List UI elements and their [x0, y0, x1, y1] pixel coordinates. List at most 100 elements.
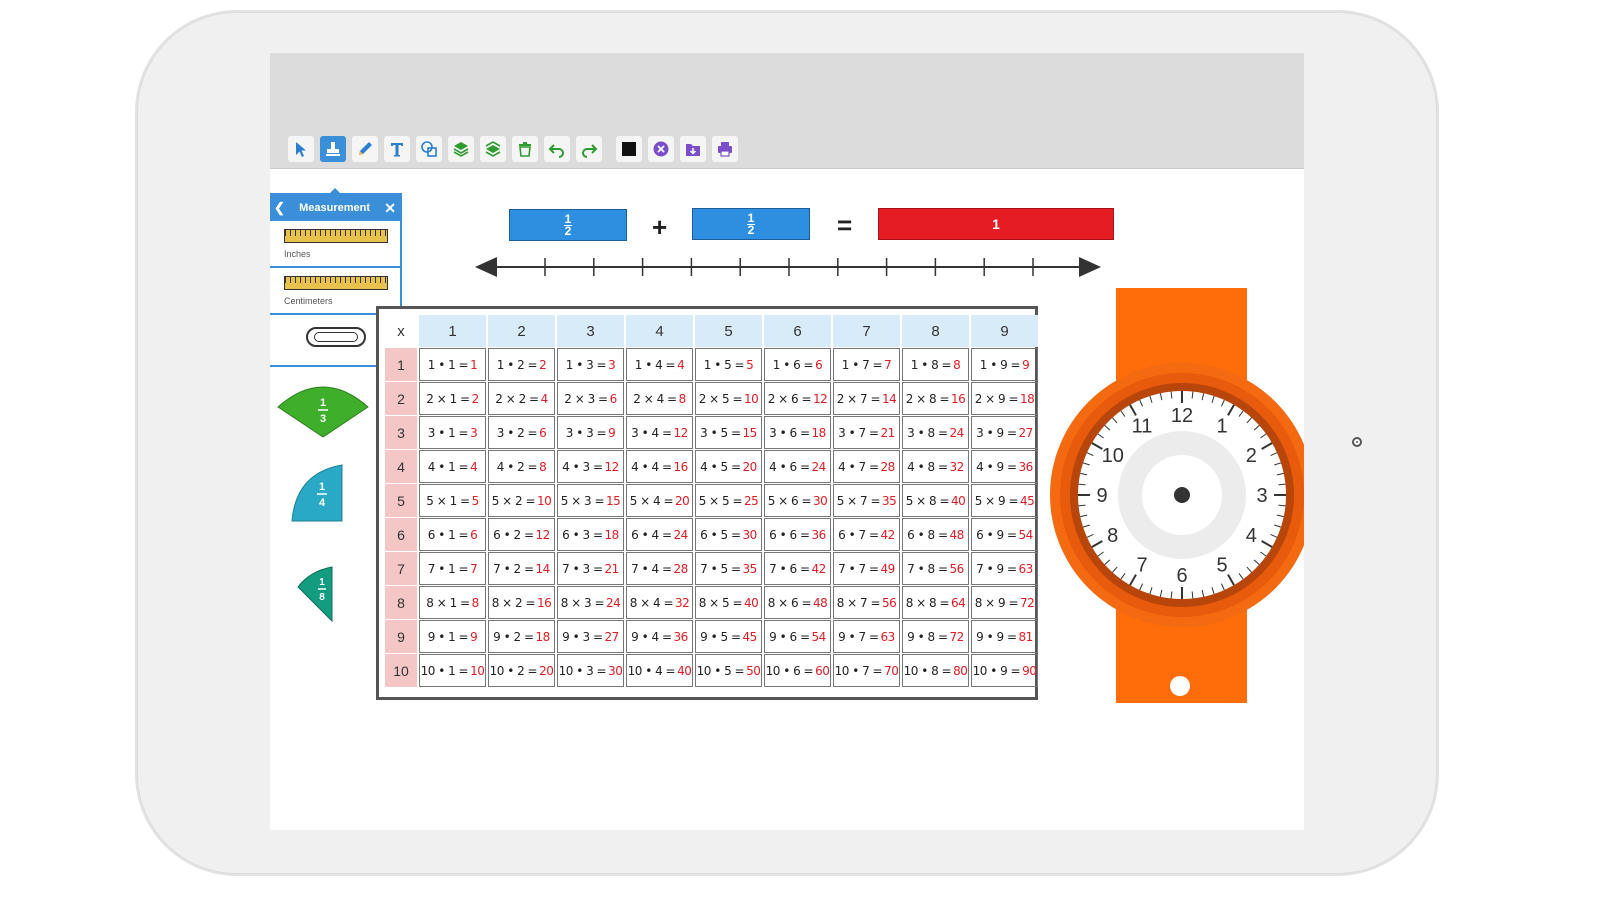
cell-expression: 2 × 9 =	[974, 391, 1019, 406]
stamp-tool[interactable]	[320, 136, 346, 162]
table-cell: 4 • 5 = 20	[695, 450, 762, 483]
table-cell: 7 • 6 = 42	[764, 552, 831, 585]
cell-expression: 6 • 7 =	[838, 527, 879, 542]
cell-expression: 4 • 3 =	[562, 459, 603, 474]
home-button[interactable]	[1352, 437, 1362, 447]
row-header: 4	[385, 450, 417, 483]
table-cell: 1 • 2 = 2	[488, 348, 555, 381]
pen-tool[interactable]	[352, 136, 378, 162]
cell-result: 30	[813, 493, 828, 508]
table-cell: 4 • 3 = 12	[557, 450, 624, 483]
cell-result: 30	[742, 527, 758, 542]
fraction-wedge-third[interactable]: 1 3	[276, 379, 370, 439]
wedge-eighth-num: 1	[319, 577, 325, 588]
shapes-tool[interactable]	[416, 136, 442, 162]
cell-expression: 5 × 5 =	[698, 493, 743, 508]
text-tool[interactable]	[384, 136, 410, 162]
cell-expression: 1 • 3 =	[565, 357, 607, 372]
analog-clock[interactable]: 12 12 3 45 6 789 10 11	[1048, 358, 1304, 628]
cell-result: 18	[1020, 391, 1035, 406]
cell-result: 15	[606, 493, 621, 508]
cell-expression: 6 • 6 =	[769, 527, 810, 542]
table-cell: 2 × 4 = 8	[626, 382, 693, 415]
table-cell: 3 • 8 = 24	[902, 416, 969, 449]
whole-bar[interactable]: 1	[878, 208, 1114, 240]
table-cell: 1 • 6 = 6	[764, 348, 831, 381]
cell-result: 6	[470, 527, 478, 542]
stamp-icon	[326, 142, 340, 156]
cell-expression: 3 • 8 =	[907, 425, 948, 440]
cell-expression: 2 × 8 =	[905, 391, 950, 406]
number-line[interactable]	[475, 253, 1103, 281]
close-circle-icon	[653, 141, 669, 157]
fraction-wedge-quarter[interactable]: 1 4	[290, 463, 346, 523]
undo-tool[interactable]	[544, 136, 570, 162]
table-cell: 3 • 1 = 3	[419, 416, 486, 449]
fraction-bar-half-2[interactable]: 12	[692, 208, 810, 240]
cell-expression: 1 • 7 =	[841, 357, 883, 372]
cell-expression: 2 × 5 =	[698, 391, 743, 406]
cell-expression: 8 × 6 =	[767, 595, 812, 610]
multiplication-table[interactable]: x12345678911 • 1 = 1 1 • 2 = 2 1 • 3 = 3 1 • 4…	[376, 306, 1038, 700]
table-cell: 9 • 7 = 63	[833, 620, 900, 653]
ruler-inches-item[interactable]: Inches	[270, 221, 400, 268]
cell-expression: 5 × 2 =	[491, 493, 536, 508]
select-tool[interactable]	[288, 136, 314, 162]
trash-icon	[519, 142, 531, 157]
background-tool[interactable]	[616, 136, 642, 162]
save-tool[interactable]	[680, 136, 706, 162]
redo-tool[interactable]	[576, 136, 602, 162]
clock-number: 6	[1176, 565, 1187, 587]
table-cell: 5 × 1 = 5	[419, 484, 486, 517]
delete-tool[interactable]	[512, 136, 538, 162]
table-cell: 10 • 7 = 70	[833, 654, 900, 687]
cell-expression: 1 • 1 =	[427, 357, 469, 372]
cell-expression: 9 • 8 =	[907, 629, 948, 644]
cell-expression: 6 • 5 =	[700, 527, 741, 542]
table-cell: 2 × 3 = 6	[557, 382, 624, 415]
whole-bar-label: 1	[992, 216, 1000, 232]
clock-number: 7	[1136, 554, 1147, 576]
table-cell: 8 × 6 = 48	[764, 586, 831, 619]
panel-header: ❮ Measurement ✕	[270, 195, 400, 221]
cell-expression: 1 • 4 =	[634, 357, 676, 372]
cell-result: 8	[539, 459, 547, 474]
cell-result: 14	[535, 561, 551, 576]
cell-expression: 4 • 1 =	[427, 459, 469, 474]
cell-expression: 6 • 2 =	[493, 527, 534, 542]
cell-result: 80	[953, 663, 968, 678]
print-tool[interactable]	[712, 136, 738, 162]
cell-expression: 6 • 3 =	[562, 527, 603, 542]
cell-result: 30	[608, 663, 623, 678]
cell-result: 2	[539, 357, 547, 372]
cell-result: 16	[951, 391, 966, 406]
row-header: 7	[385, 552, 417, 585]
layer-up-tool[interactable]	[448, 136, 474, 162]
cell-expression: 9 • 5 =	[700, 629, 741, 644]
cell-expression: 8 × 2 =	[491, 595, 536, 610]
cell-expression: 4 • 9 =	[976, 459, 1017, 474]
cell-result: 12	[604, 459, 620, 474]
cell-expression: 2 × 1 =	[426, 391, 470, 406]
equals-sign: =	[837, 210, 853, 240]
table-cell: 4 • 2 = 8	[488, 450, 555, 483]
back-chevron-icon[interactable]: ❮	[274, 200, 285, 216]
fraction-wedge-eighth[interactable]: 1 8	[296, 565, 336, 623]
cell-result: 9	[470, 629, 478, 644]
fraction-bar-half-1[interactable]: 12	[509, 209, 627, 241]
table-cell: 7 • 7 = 49	[833, 552, 900, 585]
cell-result: 15	[742, 425, 758, 440]
cell-result: 1	[470, 357, 478, 372]
cell-expression: 1 • 9 =	[979, 357, 1021, 372]
paperclip-icon	[306, 327, 366, 347]
print-icon	[718, 142, 732, 157]
frac1-denominator: 2	[564, 223, 572, 238]
cell-result: 18	[811, 425, 827, 440]
cell-expression: 3 • 1 =	[427, 425, 469, 440]
cell-expression: 6 • 8 =	[907, 527, 948, 542]
layer-down-tool[interactable]	[480, 136, 506, 162]
close-icon[interactable]: ✕	[384, 200, 396, 217]
clear-tool[interactable]	[648, 136, 674, 162]
clock-number: 10	[1102, 445, 1124, 467]
table-cell: 5 × 5 = 25	[695, 484, 762, 517]
